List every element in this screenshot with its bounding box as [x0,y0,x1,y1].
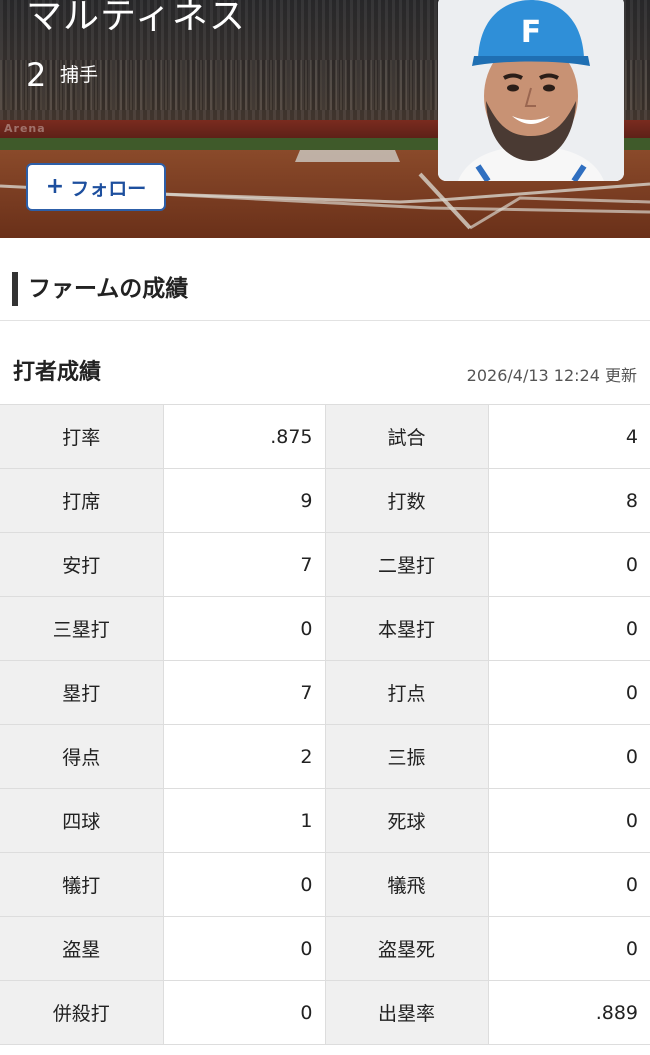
stat-label: 併殺打 [0,980,164,1045]
plus-icon: + [45,174,65,199]
stat-label: 三塁打 [0,596,164,661]
stat-value: 7 [162,532,326,597]
stat-label: 試合 [324,404,489,469]
table-row: 三塁打 0 本塁打 0 [0,596,650,661]
stat-value: .889 [487,980,650,1045]
stat-label: 出塁率 [324,980,489,1045]
stat-label: 盗塁死 [324,916,489,981]
player-hero: Arena マルティネス 2 捕手 + フォロー F [0,0,650,238]
stat-value: 4 [487,404,650,469]
heading-accent-bar [12,272,18,306]
stat-label: 打席 [0,468,164,533]
stat-value: 0 [487,916,650,981]
stat-value: 0 [487,660,650,725]
table-row: 四球 1 死球 0 [0,788,650,853]
stat-value: 0 [487,852,650,917]
stat-value: 0 [487,596,650,661]
section-heading: ファームの成績 [0,238,650,321]
batting-stats-table: 打率 .875 試合 4 打席 9 打数 8 安打 7 二塁打 0 三塁打 0 … [0,404,650,1045]
stat-label: 犠打 [0,852,164,917]
table-row: 得点 2 三振 0 [0,724,650,789]
table-row: 併殺打 0 出塁率 .889 [0,980,650,1045]
stat-label: 四球 [0,788,164,853]
stat-value: 0 [162,980,326,1045]
player-portrait: F [438,0,624,181]
player-name: マルティネス [26,0,246,37]
table-row: 打率 .875 試合 4 [0,404,650,469]
table-row: 犠打 0 犠飛 0 [0,852,650,917]
batting-title: 打者成績 [13,360,102,385]
stat-value: 0 [162,596,326,661]
table-row: 打席 9 打数 8 [0,468,650,533]
uniform-number: 2 [26,56,47,94]
stat-label: 得点 [0,724,164,789]
stat-value: 7 [162,660,326,725]
stat-label: 盗塁 [0,916,164,981]
cap-logo: F [521,15,542,50]
batting-subheader: 打者成績 2026/4/13 12:24 更新 [0,321,650,404]
stat-value: 0 [487,532,650,597]
table-row: 盗塁 0 盗塁死 0 [0,916,650,981]
stat-label: 打数 [324,468,489,533]
stat-value: 0 [162,852,326,917]
stat-label: 本塁打 [324,596,489,661]
wall-lettering: Arena [4,122,46,135]
stat-value: 0 [162,916,326,981]
table-row: 塁打 7 打点 0 [0,660,650,725]
stat-value: 0 [487,788,650,853]
stat-label: 死球 [324,788,489,853]
stat-value: 8 [487,468,650,533]
player-position: 捕手 [60,64,99,86]
stat-label: 塁打 [0,660,164,725]
stat-label: 打点 [324,660,489,725]
stat-value: 2 [162,724,326,789]
stat-label: 二塁打 [324,532,489,597]
updated-timestamp: 2026/4/13 12:24 更新 [466,366,637,385]
stat-value: 9 [162,468,326,533]
stat-label: 犠飛 [324,852,489,917]
player-photo: F [438,0,624,181]
section-title: ファームの成績 [28,276,189,302]
stat-value: 0 [487,724,650,789]
table-row: 安打 7 二塁打 0 [0,532,650,597]
stat-label: 打率 [0,404,164,469]
follow-button[interactable]: + フォロー [26,163,166,211]
follow-button-label: フォロー [70,177,147,200]
stat-label: 安打 [0,532,164,597]
stat-value: .875 [162,404,326,469]
stat-label: 三振 [324,724,489,789]
stat-value: 1 [162,788,326,853]
